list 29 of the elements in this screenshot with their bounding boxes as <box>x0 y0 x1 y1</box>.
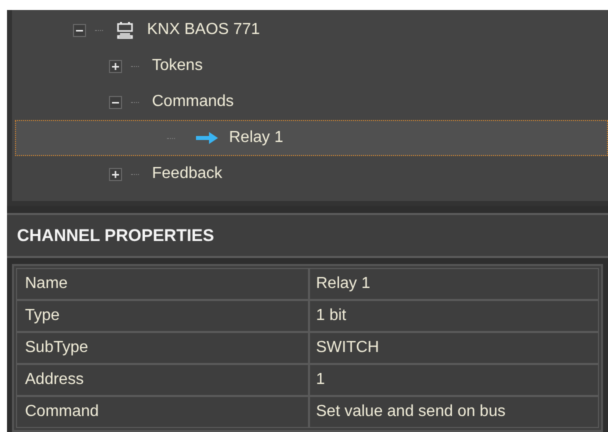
tree-item-label: Feedback <box>152 164 222 184</box>
arrow-right-icon <box>195 131 219 145</box>
property-name: Command <box>16 396 309 428</box>
property-name: Address <box>16 364 309 396</box>
property-name: Type <box>16 300 309 332</box>
plus-icon <box>111 62 120 70</box>
tree-item-label: Commands <box>152 92 234 112</box>
tree-item[interactable]: KNX BAOS 771 <box>15 12 608 48</box>
property-name: SubType <box>16 332 309 364</box>
collapse-toggle[interactable] <box>109 96 122 108</box>
tree-item[interactable]: Feedback <box>15 156 608 192</box>
tree-item[interactable]: Tokens <box>15 48 608 84</box>
expand-toggle[interactable] <box>109 168 122 180</box>
tree-item[interactable]: Commands <box>15 84 608 120</box>
tree-item-label: Tokens <box>152 56 203 76</box>
property-value[interactable]: Set value and send on bus <box>309 396 599 428</box>
tree-item[interactable]: Relay 1 <box>15 120 608 156</box>
tree-item-label: KNX BAOS 771 <box>147 20 260 40</box>
collapse-toggle[interactable] <box>73 24 86 36</box>
property-value[interactable]: 1 bit <box>309 300 599 332</box>
property-value[interactable]: Relay 1 <box>309 268 599 300</box>
tree-item-label: Relay 1 <box>229 128 284 148</box>
expand-toggle[interactable] <box>109 60 122 72</box>
panel-title: CHANNEL PROPERTIES <box>17 224 214 247</box>
device-icon <box>115 20 135 40</box>
property-value[interactable]: 1 <box>309 364 599 396</box>
property-name: Name <box>16 268 309 300</box>
plus-icon <box>111 170 120 178</box>
property-value[interactable]: SWITCH <box>309 332 599 364</box>
